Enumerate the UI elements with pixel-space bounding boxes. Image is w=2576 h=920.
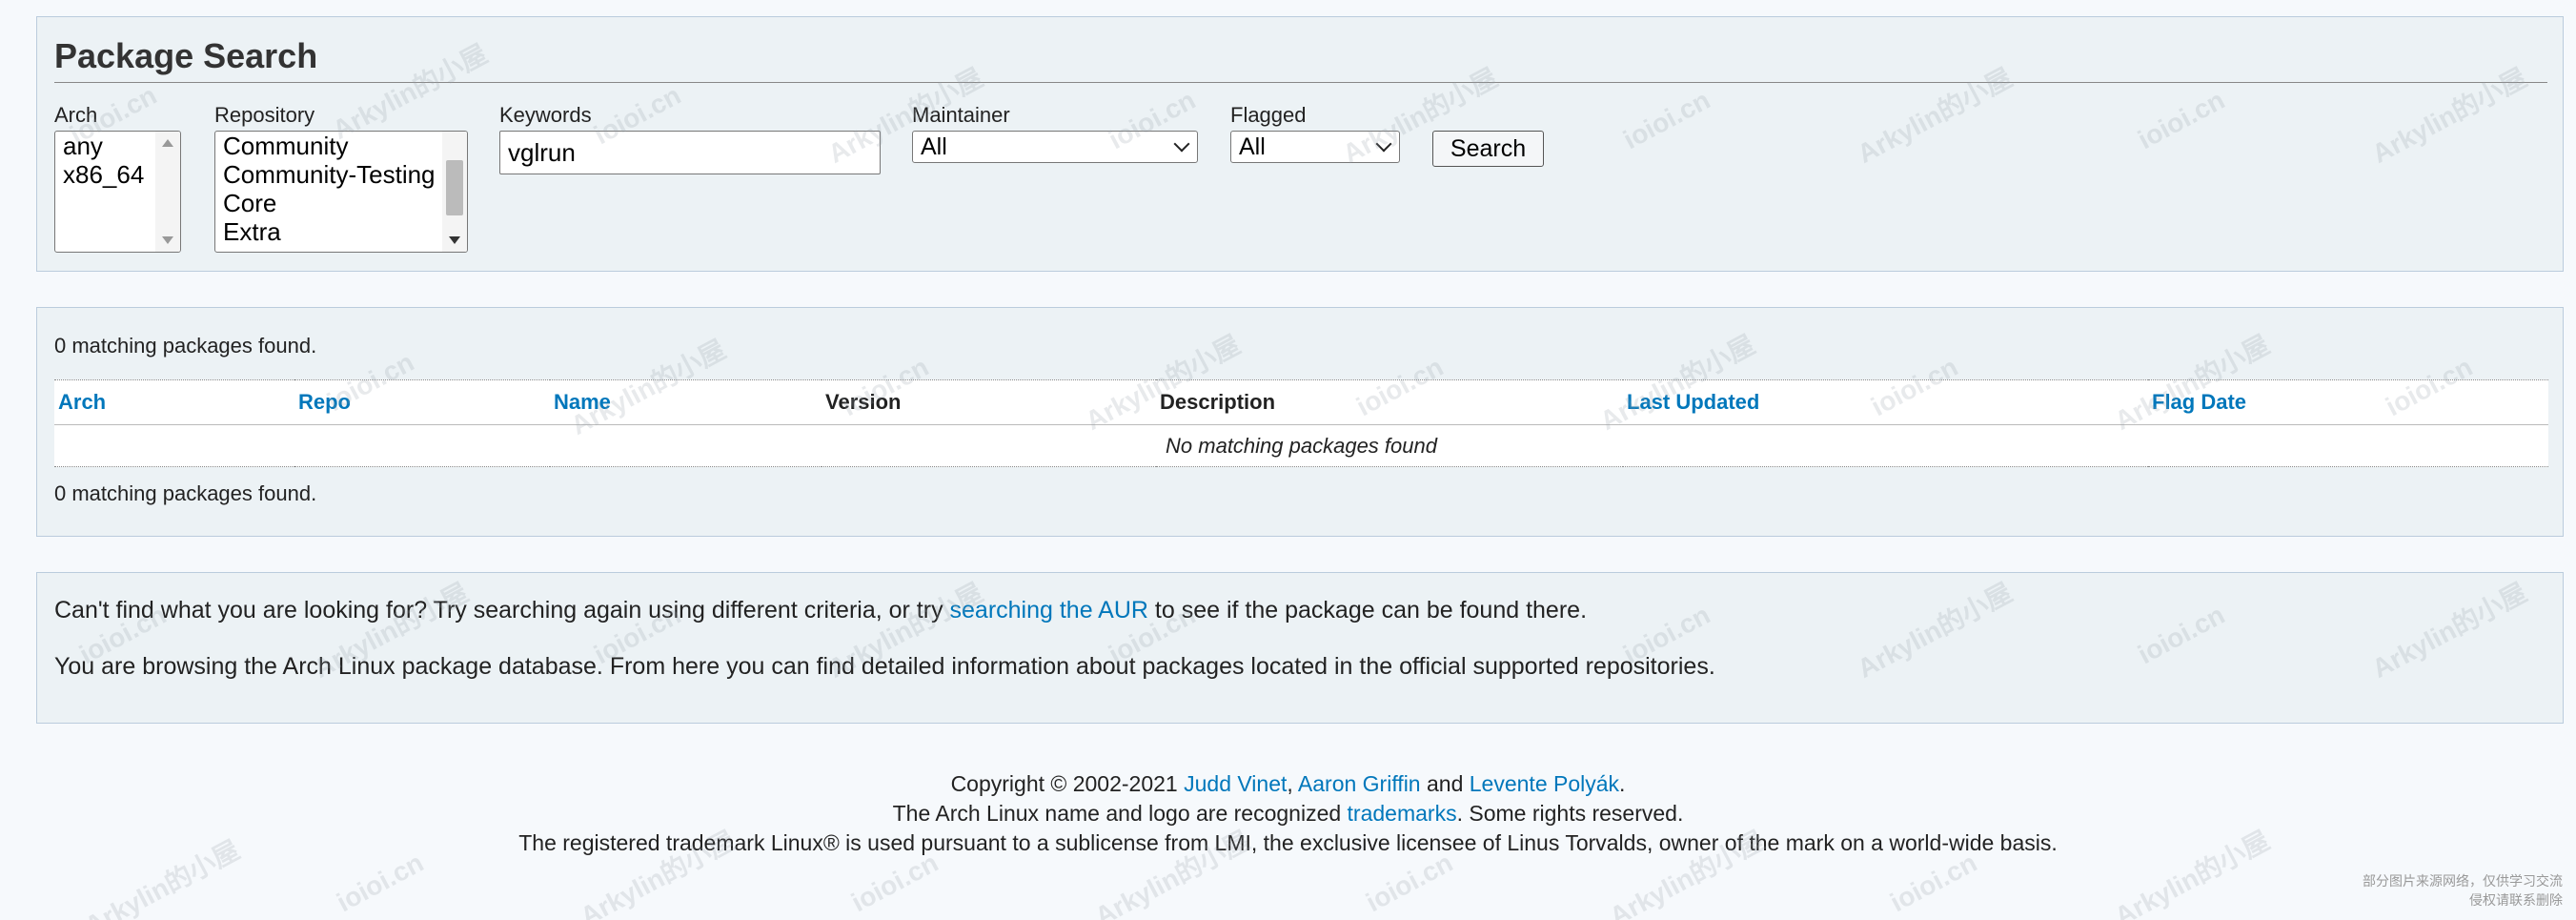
separator: and bbox=[1420, 771, 1470, 796]
corner-note-line: 部分图片来源网络，仅供学习交流 bbox=[2363, 873, 2563, 889]
arch-label: Arch bbox=[54, 103, 98, 127]
watermark: ioioi.cn bbox=[846, 847, 943, 918]
sort-repo-link[interactable]: Repo bbox=[298, 390, 351, 414]
package-search-panel: Package Search Arch any x86_64 Repositor… bbox=[36, 16, 2564, 272]
flagged-select[interactable]: All bbox=[1230, 131, 1400, 163]
empty-results-message: No matching packages found bbox=[1166, 433, 1437, 458]
scroll-up-icon[interactable] bbox=[162, 139, 173, 147]
author-link-aaron-griffin[interactable]: Aaron Griffin bbox=[1298, 771, 1421, 796]
separator: , bbox=[1287, 771, 1298, 796]
aur-hint-suffix: to see if the package can be found there… bbox=[1147, 597, 1588, 624]
repository-option[interactable]: Core bbox=[215, 189, 467, 217]
result-count-bottom: 0 matching packages found. bbox=[54, 481, 317, 505]
scroll-down-icon[interactable] bbox=[162, 236, 173, 244]
maintainer-label: Maintainer bbox=[912, 103, 1010, 127]
title-divider bbox=[54, 82, 2547, 83]
corner-note-line: 侵权请联系删除 bbox=[2469, 892, 2563, 908]
repository-listbox[interactable]: Community Community-Testing Core Extra bbox=[214, 131, 468, 253]
watermark: ioioi.cn bbox=[1885, 847, 1982, 918]
footer: Copyright © 2002-2021 Judd Vinet, Aaron … bbox=[0, 769, 2576, 858]
search-button[interactable]: Search bbox=[1432, 131, 1544, 167]
trademarks-link[interactable]: trademarks bbox=[1348, 801, 1457, 826]
search-results-panel: 0 matching packages found. Arch Repo Nam… bbox=[36, 307, 2564, 537]
author-link-levente-polyak[interactable]: Levente Polyák bbox=[1470, 771, 1619, 796]
arch-listbox[interactable]: any x86_64 bbox=[54, 131, 181, 253]
result-count-top: 0 matching packages found. bbox=[54, 334, 317, 358]
column-header-description: Description bbox=[1156, 379, 1623, 425]
sort-flag-date-link[interactable]: Flag Date bbox=[2152, 390, 2246, 414]
page-title: Package Search bbox=[54, 36, 318, 75]
flagged-label: Flagged bbox=[1230, 103, 1307, 127]
trademark-line: The Arch Linux name and logo are recogni… bbox=[0, 799, 2576, 828]
aur-hint-text: Can't find what you are looking for? Try… bbox=[54, 597, 1587, 624]
chevron-down-icon bbox=[1173, 135, 1190, 153]
column-header-arch[interactable]: Arch bbox=[54, 379, 294, 425]
watermark: ioioi.cn bbox=[332, 847, 429, 918]
repository-option[interactable]: Extra bbox=[215, 217, 467, 246]
sort-arch-link[interactable]: Arch bbox=[58, 390, 106, 414]
column-header-name[interactable]: Name bbox=[550, 379, 821, 425]
column-header-last-updated[interactable]: Last Updated bbox=[1623, 379, 2148, 425]
author-link-judd-vinet[interactable]: Judd Vinet bbox=[1184, 771, 1287, 796]
database-description: You are browsing the Arch Linux package … bbox=[54, 653, 1715, 680]
sort-name-link[interactable]: Name bbox=[554, 390, 611, 414]
copyright-line: Copyright © 2002-2021 Judd Vinet, Aaron … bbox=[0, 769, 2576, 799]
column-header-flag-date[interactable]: Flag Date bbox=[2148, 379, 2548, 425]
repository-option[interactable]: Community-Testing bbox=[215, 160, 467, 189]
repository-label: Repository bbox=[214, 103, 315, 127]
scrollbar-thumb[interactable] bbox=[446, 160, 463, 215]
repository-scrollbar[interactable] bbox=[442, 132, 467, 252]
results-table: Arch Repo Name Version Description Last … bbox=[54, 379, 2548, 467]
corner-note: 部分图片来源网络，仅供学习交流 侵权请联系删除 bbox=[2363, 871, 2563, 910]
repository-option[interactable]: Community bbox=[215, 132, 467, 160]
trademark-prefix: The Arch Linux name and logo are recogni… bbox=[892, 801, 1348, 826]
scroll-down-icon[interactable] bbox=[449, 236, 460, 244]
keywords-label: Keywords bbox=[499, 103, 592, 127]
trademark-suffix: . Some rights reserved. bbox=[1456, 801, 1684, 826]
flagged-selected-value: All bbox=[1239, 133, 1266, 160]
maintainer-selected-value: All bbox=[921, 133, 947, 160]
search-aur-link[interactable]: searching the AUR bbox=[950, 597, 1148, 624]
chevron-down-icon bbox=[1375, 135, 1392, 153]
arch-scrollbar[interactable] bbox=[155, 132, 180, 252]
sort-last-updated-link[interactable]: Last Updated bbox=[1627, 390, 1759, 414]
table-header-row: Arch Repo Name Version Description Last … bbox=[54, 379, 2548, 425]
keywords-input[interactable] bbox=[499, 131, 881, 174]
info-panel: Can't find what you are looking for? Try… bbox=[36, 572, 2564, 724]
table-row: No matching packages found bbox=[54, 425, 2548, 467]
watermark: ioioi.cn bbox=[1361, 847, 1458, 918]
maintainer-select[interactable]: All bbox=[912, 131, 1198, 163]
column-header-version: Version bbox=[821, 379, 1156, 425]
aur-hint-prefix: Can't find what you are looking for? Try… bbox=[54, 597, 950, 624]
linux-trademark-line: The registered trademark Linux® is used … bbox=[518, 830, 2058, 855]
column-header-repo[interactable]: Repo bbox=[294, 379, 550, 425]
copyright-text: Copyright © 2002-2021 bbox=[950, 771, 1185, 796]
separator: . bbox=[1619, 771, 1626, 796]
